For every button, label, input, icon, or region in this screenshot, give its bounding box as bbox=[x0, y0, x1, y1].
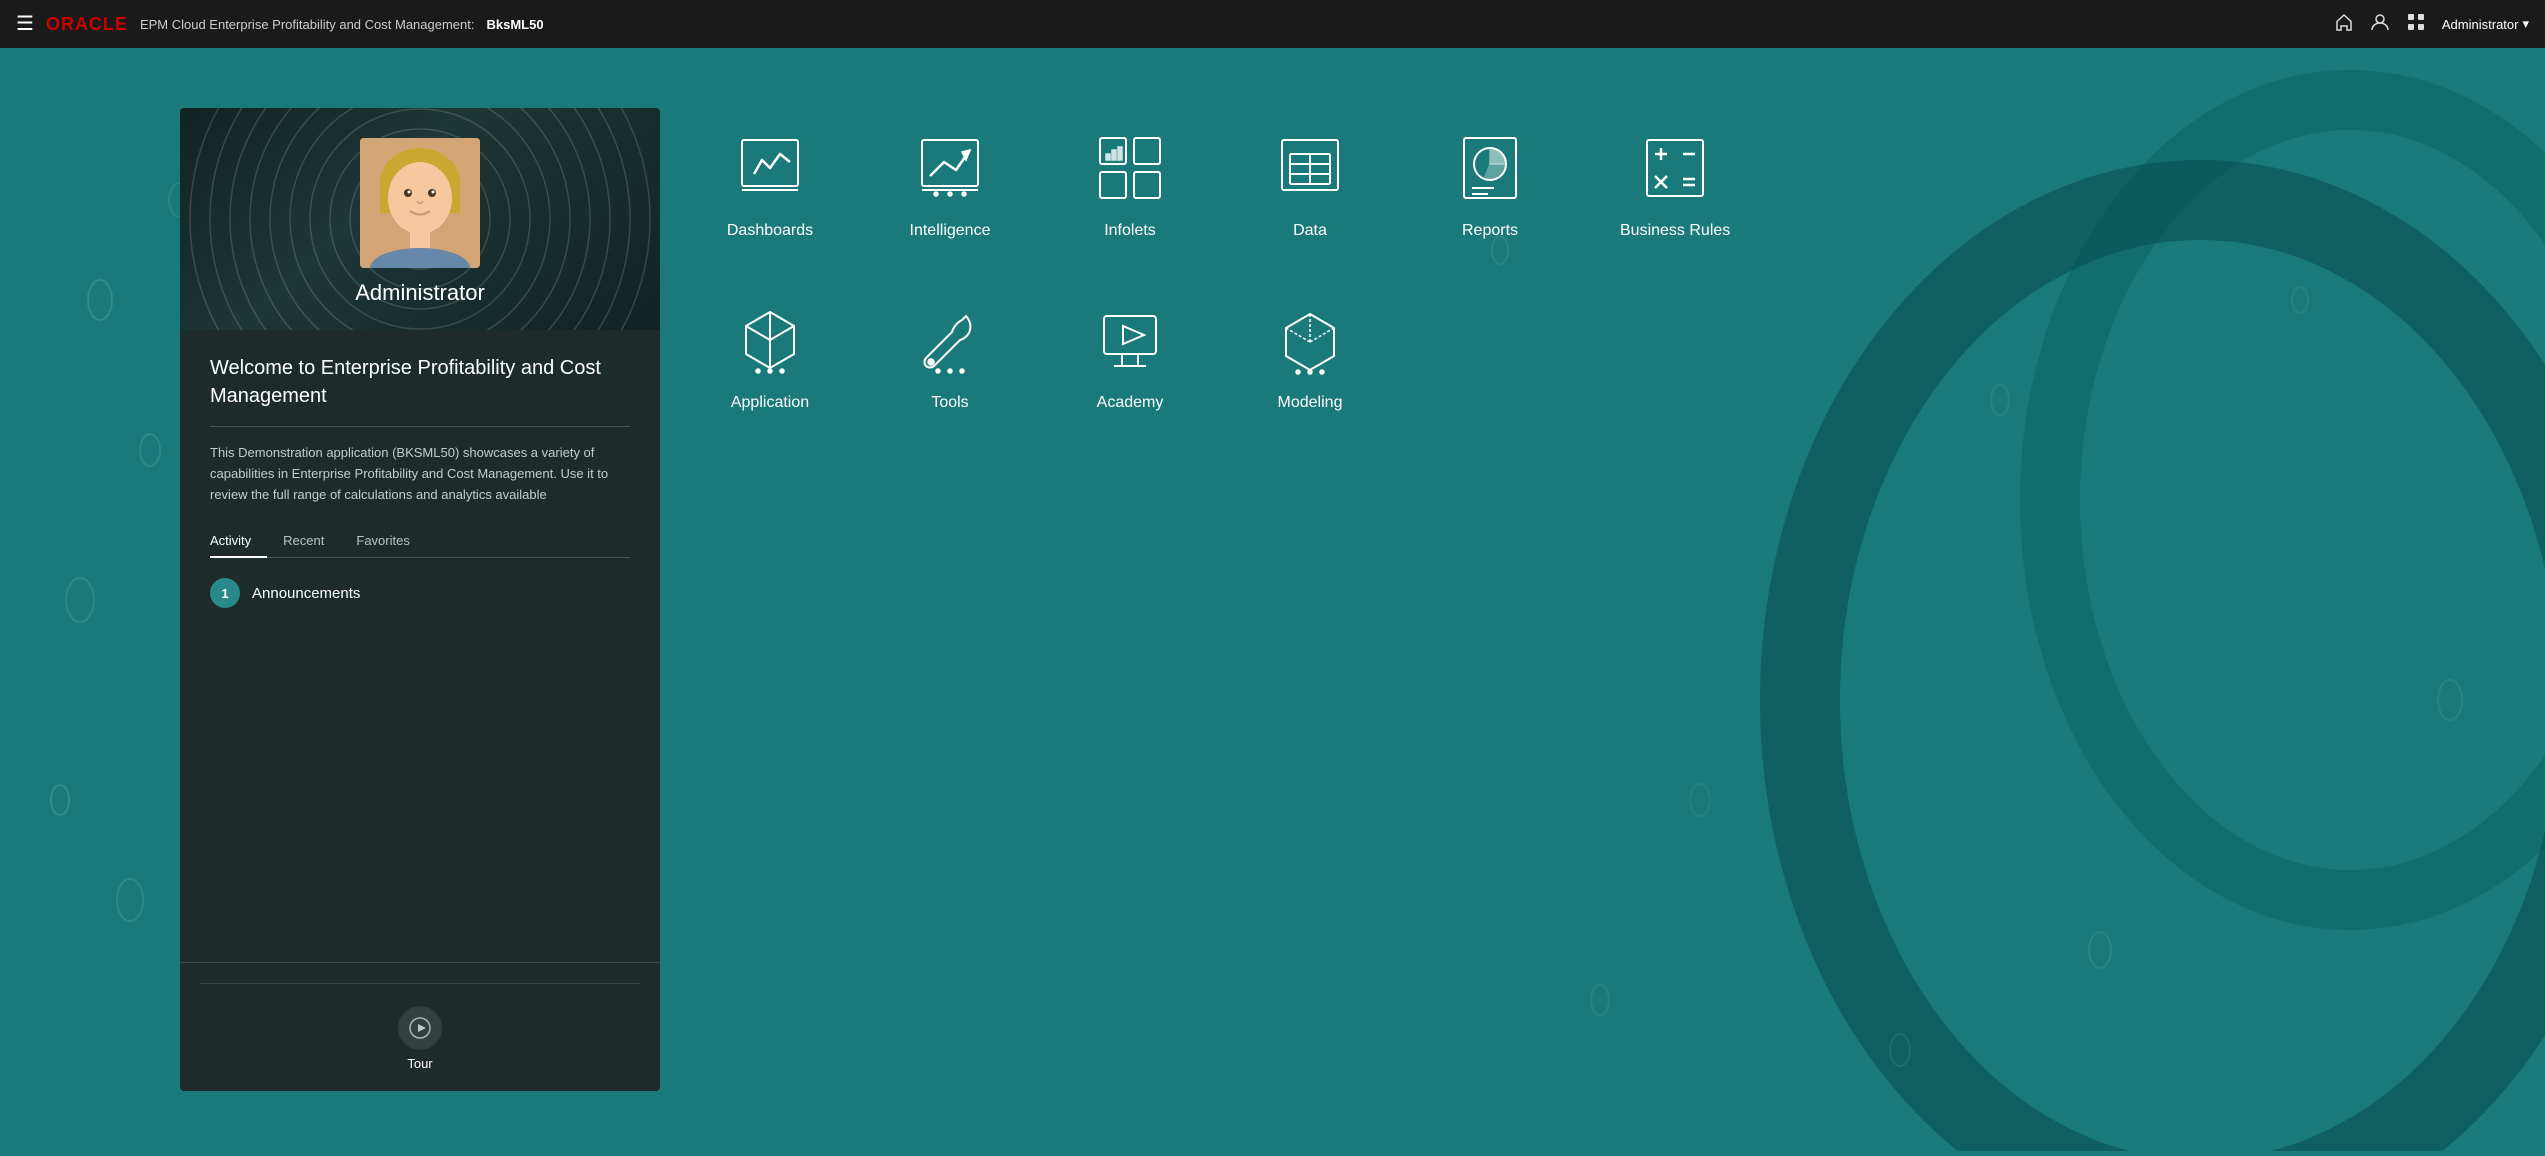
reports-icon bbox=[1450, 128, 1530, 208]
infolets-label: Infolets bbox=[1104, 222, 1156, 240]
tour-divider bbox=[200, 983, 640, 984]
business-rules-icon bbox=[1635, 128, 1715, 208]
tour-label: Tour bbox=[407, 1056, 432, 1071]
announcement-badge: 1 bbox=[210, 578, 240, 608]
icon-grid: Dashboards In bbox=[720, 108, 2365, 1091]
top-navbar: ☰ ORACLE EPM Cloud Enterprise Profitabil… bbox=[0, 0, 2545, 48]
tab-activity[interactable]: Activity bbox=[210, 525, 267, 558]
navbar-left: ☰ ORACLE EPM Cloud Enterprise Profitabil… bbox=[16, 14, 2322, 35]
tools-icon bbox=[910, 300, 990, 380]
data-label: Data bbox=[1293, 222, 1327, 240]
tour-button[interactable] bbox=[398, 1006, 442, 1050]
dashboards-nav-item[interactable]: Dashboards bbox=[720, 128, 820, 240]
user-card: Administrator Welcome to Enterprise Prof… bbox=[180, 108, 660, 1091]
dashboards-icon bbox=[730, 128, 810, 208]
avatar bbox=[360, 138, 480, 268]
infolets-nav-item[interactable]: Infolets bbox=[1080, 128, 1180, 240]
intelligence-icon bbox=[910, 128, 990, 208]
home-icon[interactable] bbox=[2334, 12, 2354, 37]
navbar-right: Administrator ▾ bbox=[2334, 12, 2529, 37]
app-title: EPM Cloud Enterprise Profitability and C… bbox=[140, 17, 475, 32]
application-nav-item[interactable]: Application bbox=[720, 300, 820, 412]
tab-recent[interactable]: Recent bbox=[267, 525, 340, 558]
data-icon bbox=[1270, 128, 1350, 208]
infolets-icon bbox=[1090, 128, 1170, 208]
hamburger-menu-icon[interactable]: ☰ bbox=[16, 14, 34, 34]
tour-section: Tour bbox=[180, 962, 660, 1091]
apps-grid-icon[interactable] bbox=[2406, 12, 2426, 37]
modeling-label: Modeling bbox=[1278, 394, 1343, 412]
dropdown-arrow-icon: ▾ bbox=[2522, 16, 2529, 32]
tools-label: Tools bbox=[931, 394, 968, 412]
reports-nav-item[interactable]: Reports bbox=[1440, 128, 1540, 240]
user-menu[interactable]: Administrator ▾ bbox=[2442, 16, 2529, 32]
academy-label: Academy bbox=[1097, 394, 1164, 412]
user-card-header: Administrator bbox=[180, 108, 660, 330]
tools-nav-item[interactable]: Tools bbox=[900, 300, 1000, 412]
user-name: Administrator bbox=[355, 280, 485, 306]
user-menu-label: Administrator bbox=[2442, 17, 2519, 32]
welcome-title: Welcome to Enterprise Profitability and … bbox=[210, 354, 630, 410]
main-content: Administrator Welcome to Enterprise Prof… bbox=[0, 48, 2545, 1151]
reports-label: Reports bbox=[1462, 222, 1518, 240]
welcome-description: This Demonstration application (BKSML50)… bbox=[210, 443, 630, 505]
announcement-label: Announcements bbox=[252, 585, 360, 602]
tab-favorites[interactable]: Favorites bbox=[340, 525, 425, 558]
application-icon bbox=[730, 300, 810, 380]
icon-row-2: Application Tools bbox=[720, 300, 2365, 412]
divider bbox=[210, 426, 630, 427]
data-nav-item[interactable]: Data bbox=[1260, 128, 1360, 240]
academy-nav-item[interactable]: Academy bbox=[1080, 300, 1180, 412]
app-instance: BksML50 bbox=[486, 17, 543, 32]
intelligence-label: Intelligence bbox=[910, 222, 991, 240]
modeling-nav-item[interactable]: Modeling bbox=[1260, 300, 1360, 412]
application-label: Application bbox=[731, 394, 809, 412]
business-rules-label: Business Rules bbox=[1620, 222, 1730, 240]
academy-icon bbox=[1090, 300, 1170, 380]
intelligence-nav-item[interactable]: Intelligence bbox=[900, 128, 1000, 240]
oracle-logo: ORACLE bbox=[46, 14, 128, 35]
user-card-body: Welcome to Enterprise Profitability and … bbox=[180, 330, 660, 962]
user-profile-icon[interactable] bbox=[2370, 12, 2390, 37]
activity-tabs: Activity Recent Favorites bbox=[210, 525, 630, 558]
announcements-section: 1 Announcements bbox=[210, 578, 630, 608]
business-rules-nav-item[interactable]: Business Rules bbox=[1620, 128, 1730, 240]
modeling-icon bbox=[1270, 300, 1350, 380]
dashboards-label: Dashboards bbox=[727, 222, 813, 240]
icon-row-1: Dashboards In bbox=[720, 128, 2365, 240]
